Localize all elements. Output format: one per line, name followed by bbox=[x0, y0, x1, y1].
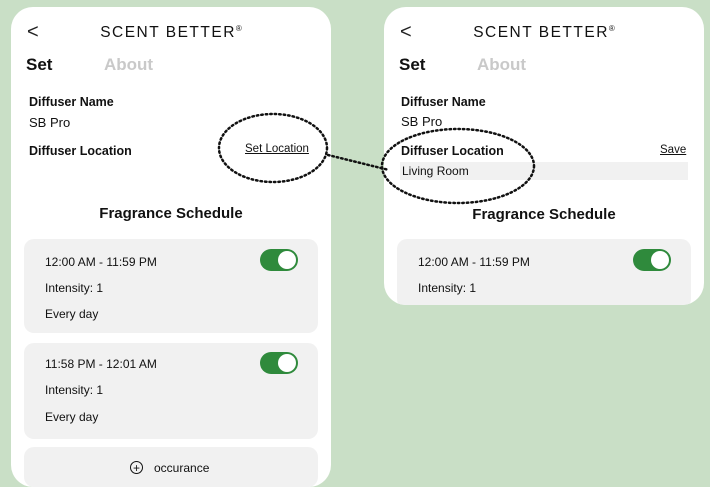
schedule-toggle[interactable] bbox=[260, 249, 298, 271]
brand-logo: SCENT BETTER® bbox=[100, 24, 242, 42]
add-occurance-button[interactable]: + occurance bbox=[24, 447, 318, 487]
diffuser-name-value: SB Pro bbox=[29, 115, 71, 130]
schedule-toggle[interactable] bbox=[633, 249, 671, 271]
schedule-title: Fragrance Schedule bbox=[472, 206, 616, 223]
schedule-card[interactable]: 11:58 PM - 12:01 AM Intensity: 1 Every d… bbox=[24, 343, 318, 439]
schedule-days: Every day bbox=[45, 410, 99, 424]
tab-set[interactable]: Set bbox=[26, 55, 52, 75]
schedule-days: Every day bbox=[45, 307, 99, 321]
diffuser-name-label: Diffuser Name bbox=[29, 95, 114, 109]
annotation-connector bbox=[326, 153, 391, 172]
diffuser-location-label: Diffuser Location bbox=[401, 144, 504, 158]
toggle-knob bbox=[651, 251, 669, 269]
schedule-time: 11:58 PM - 12:01 AM bbox=[45, 357, 157, 371]
schedule-card[interactable]: 12:00 AM - 11:59 PM Intensity: 1 bbox=[397, 239, 691, 305]
save-link[interactable]: Save bbox=[660, 144, 686, 156]
tab-set[interactable]: Set bbox=[399, 55, 425, 75]
schedule-card[interactable]: 12:00 AM - 11:59 PM Intensity: 1 Every d… bbox=[24, 239, 318, 333]
schedule-intensity: Intensity: 1 bbox=[45, 383, 104, 397]
app-header: < SCENT BETTER® bbox=[384, 21, 704, 45]
diffuser-location-label: Diffuser Location bbox=[29, 144, 132, 158]
set-location-link[interactable]: Set Location bbox=[245, 143, 309, 155]
plus-circle-icon: + bbox=[130, 461, 143, 474]
toggle-knob bbox=[278, 354, 296, 372]
tab-about[interactable]: About bbox=[477, 55, 526, 75]
schedule-title: Fragrance Schedule bbox=[99, 205, 243, 222]
schedule-time: 12:00 AM - 11:59 PM bbox=[45, 255, 157, 269]
add-occurance-label: occurance bbox=[154, 461, 210, 475]
schedule-intensity: Intensity: 1 bbox=[45, 281, 104, 295]
toggle-knob bbox=[278, 251, 296, 269]
tab-about[interactable]: About bbox=[104, 55, 153, 75]
diffuser-name-value: SB Pro bbox=[401, 114, 443, 129]
schedule-time: 12:00 AM - 11:59 PM bbox=[418, 255, 530, 269]
location-input[interactable]: Living Room bbox=[400, 162, 688, 180]
settings-screen-right: < SCENT BETTER® Set About Diffuser Name … bbox=[384, 7, 704, 305]
schedule-intensity: Intensity: 1 bbox=[418, 281, 477, 295]
schedule-toggle[interactable] bbox=[260, 352, 298, 374]
brand-logo: SCENT BETTER® bbox=[473, 24, 615, 42]
diffuser-name-label: Diffuser Name bbox=[401, 95, 486, 109]
app-header: < SCENT BETTER® bbox=[11, 21, 331, 45]
settings-screen-left: < SCENT BETTER® Set About Diffuser Name … bbox=[11, 7, 331, 487]
